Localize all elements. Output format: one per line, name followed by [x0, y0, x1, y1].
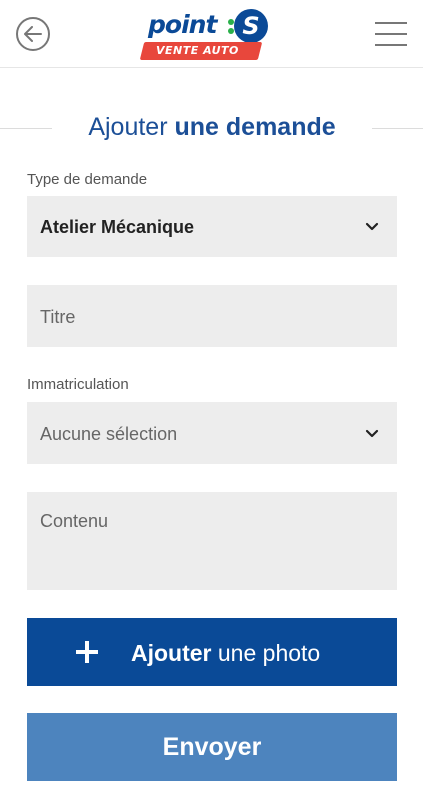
divider [0, 128, 52, 129]
title-input[interactable]: Titre [27, 285, 397, 347]
add-photo-button[interactable]: Ajouter une photo [27, 618, 397, 686]
type-label: Type de demande [27, 171, 148, 188]
divider [372, 128, 423, 129]
page-title: Ajouter une demande [88, 113, 336, 141]
brand-logo[interactable]: point S VENTE AUTO [139, 8, 282, 60]
send-button-label: Envoyer [162, 732, 262, 761]
chevron-down-icon [365, 222, 379, 231]
menu-button[interactable] [375, 20, 407, 48]
back-arrow-icon [24, 26, 42, 42]
page-title-row: Ajouter une demande [0, 108, 423, 148]
type-select[interactable]: Atelier Mécanique [27, 196, 397, 257]
send-button[interactable]: Envoyer [27, 713, 397, 781]
app-header: point S VENTE AUTO [0, 0, 423, 68]
content-placeholder: Contenu [40, 511, 109, 531]
add-photo-label: Ajouter une photo [131, 640, 321, 666]
logo-word: point [148, 10, 217, 39]
logo-letter: S [234, 9, 268, 43]
title-input-placeholder: Titre [40, 307, 76, 327]
plate-select-value: Aucune sélection [40, 424, 178, 444]
back-button[interactable] [16, 17, 50, 51]
content-textarea[interactable]: Contenu [27, 492, 397, 590]
plate-select[interactable]: Aucune sélection [27, 402, 397, 464]
logo-band-text: VENTE AUTO [156, 44, 239, 57]
plate-label: Immatriculation [27, 376, 129, 393]
chevron-down-icon [365, 429, 379, 438]
type-select-value: Atelier Mécanique [40, 217, 195, 237]
